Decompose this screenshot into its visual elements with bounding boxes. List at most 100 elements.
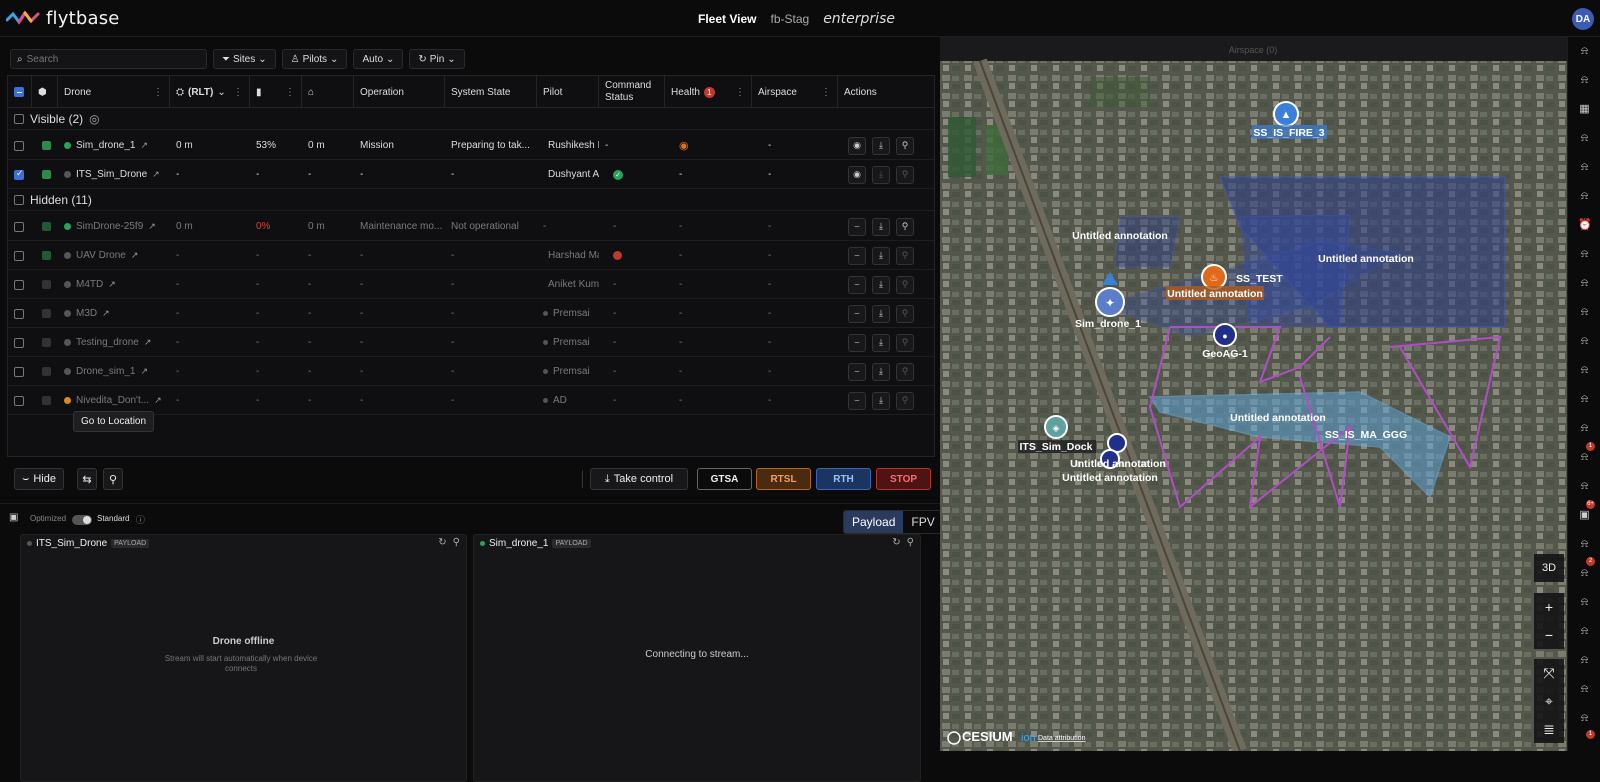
- table-row[interactable]: Drone_sim_1 ↗ - - - - - Premsai - - - ⌣ ⤓ ⚲: [8, 357, 934, 386]
- more-icon[interactable]: ⋮: [735, 87, 745, 98]
- map-label-sim-dock[interactable]: Sim_drone_1: [1075, 318, 1141, 330]
- visible-group[interactable]: Visible (2) ◎: [8, 108, 934, 130]
- drone-header[interactable]: Drone ⋮: [58, 76, 170, 108]
- health-warning-icon[interactable]: ◉: [679, 139, 689, 152]
- pin-icon[interactable]: ⚲: [896, 165, 914, 184]
- table-row[interactable]: M4TD ↗ - - - - - Aniket Kum - - - ⌣ ⤓ ⚲: [8, 270, 934, 299]
- map-label-annotation-2[interactable]: Untitled annotation: [1167, 288, 1263, 300]
- bell-icon[interactable]: ⍾: [1578, 364, 1591, 377]
- bell-icon[interactable]: ⍾: [1578, 45, 1591, 58]
- map-view[interactable]: Airspace (0) ▲ SS_IS_FIRE_3 Untitled ann…: [940, 37, 1567, 751]
- pin-icon[interactable]: ⚲: [453, 537, 460, 548]
- table-row[interactable]: UAV Drone ↗ - - - - - Harshad Ma - - ⌣ ⤓ ⚲: [8, 241, 934, 270]
- health-header[interactable]: Health 1 ⋮: [665, 76, 752, 108]
- row-checkbox[interactable]: [14, 279, 24, 290]
- bell-icon[interactable]: ⍾: [1578, 538, 1591, 551]
- bell-icon[interactable]: ⍾: [1578, 190, 1591, 203]
- table-row[interactable]: M3D ↗ - - - - - Premsai - - - ⌣ ⤓ ⚲: [8, 299, 934, 328]
- download-icon[interactable]: ⤓: [872, 217, 890, 236]
- go-to-location-button[interactable]: ⚲: [103, 468, 123, 490]
- bell-icon[interactable]: ⍾: [1578, 422, 1591, 435]
- pin-icon[interactable]: ⚲: [896, 217, 914, 236]
- take-control-button[interactable]: ⤓ Take control: [590, 468, 688, 490]
- drone-name[interactable]: M3D: [76, 308, 97, 319]
- external-link-icon[interactable]: ↗: [140, 140, 148, 151]
- bell-icon[interactable]: ⍾: [1578, 625, 1591, 638]
- expand-icon[interactable]: ⌣: [848, 362, 866, 381]
- map-label-annotation-1[interactable]: Untitled annotation: [1072, 230, 1168, 242]
- download-icon[interactable]: ⤓: [872, 246, 890, 265]
- map-label-annotation-6[interactable]: Untitled annotation: [1062, 472, 1158, 484]
- more-icon[interactable]: ⋮: [153, 87, 163, 98]
- airspace-header[interactable]: Airspace ⋮: [752, 76, 838, 108]
- bell-icon[interactable]: ⍾: [1578, 306, 1591, 319]
- pilots-filter[interactable]: ♙ Pilots ⌄: [281, 49, 348, 69]
- 3d-toggle-button[interactable]: 3D: [1534, 554, 1564, 582]
- rtsl-button[interactable]: RTSL: [756, 468, 811, 490]
- pin-icon[interactable]: ⚲: [896, 275, 914, 294]
- map-label-ma[interactable]: SS_IS_MA_GGG: [1325, 429, 1407, 441]
- zoom-out-button[interactable]: −: [1534, 621, 1564, 649]
- hidden-group-checkbox[interactable]: [14, 194, 24, 205]
- zoom-in-button[interactable]: +: [1534, 593, 1564, 621]
- search-box[interactable]: ⌕: [10, 49, 207, 69]
- drone-name[interactable]: M4TD: [76, 279, 103, 290]
- bell-icon[interactable]: ⍾: [1578, 335, 1591, 348]
- expand-icon[interactable]: ⌣: [848, 391, 866, 410]
- pin-icon[interactable]: ⚲: [896, 333, 914, 352]
- stop-button[interactable]: STOP: [876, 468, 931, 490]
- refresh-icon[interactable]: ↻: [438, 537, 446, 548]
- external-link-icon[interactable]: ↗: [154, 395, 162, 406]
- gtsa-button[interactable]: GTSA: [697, 468, 752, 490]
- bell-icon[interactable]: ⍾: [1578, 451, 1591, 464]
- table-row[interactable]: Sim_drone_1 ↗ 0 m 53% 0 m Mission Prepari…: [8, 131, 934, 160]
- drone-name[interactable]: UAV Drone: [76, 250, 126, 261]
- external-link-icon[interactable]: ↗: [148, 221, 156, 232]
- map-canvas[interactable]: Airspace (0) ▲ SS_IS_FIRE_3 Untitled ann…: [940, 37, 1567, 751]
- map-label-its-dock[interactable]: ITS_Sim_Dock: [1020, 441, 1093, 453]
- download-icon[interactable]: ⤓: [872, 136, 890, 155]
- pin-icon[interactable]: ⚲: [896, 246, 914, 265]
- map-label-ss-test[interactable]: SS_TEST: [1236, 273, 1283, 285]
- external-link-icon[interactable]: ↗: [144, 337, 152, 348]
- drone-name[interactable]: Nivedita_Don't...: [76, 395, 149, 406]
- pin-icon[interactable]: ⚲: [907, 537, 914, 548]
- search-input[interactable]: [26, 53, 187, 65]
- map-label-annotation-5[interactable]: Untitled annotation: [1070, 458, 1166, 470]
- expand-icon[interactable]: ⌣: [848, 333, 866, 352]
- drone-name[interactable]: Drone_sim_1: [76, 366, 135, 377]
- drone-name[interactable]: ITS_Sim_Drone: [76, 169, 147, 180]
- bell-icon[interactable]: ⍾: [1578, 567, 1591, 580]
- bell-icon[interactable]: ⍾: [1578, 654, 1591, 667]
- target-icon[interactable]: ◎: [89, 112, 99, 126]
- layers-button[interactable]: ≣: [1534, 715, 1564, 743]
- visible-group-checkbox[interactable]: [14, 113, 24, 124]
- bell-icon[interactable]: ⍾: [1578, 248, 1591, 261]
- expand-icon[interactable]: ⌣: [848, 217, 866, 236]
- bell-icon[interactable]: ⍾: [1578, 480, 1591, 493]
- drone-name[interactable]: SimDrone-25f9: [76, 221, 143, 232]
- row-checkbox[interactable]: [14, 250, 24, 261]
- eye-icon[interactable]: ◉: [848, 165, 866, 184]
- bell-icon[interactable]: ⍾: [1578, 74, 1591, 87]
- sites-filter[interactable]: ⏷ Sites ⌄: [213, 49, 276, 69]
- fit-view-button[interactable]: ⤧: [1534, 659, 1564, 687]
- expand-icon[interactable]: ⌣: [848, 275, 866, 294]
- auto-select[interactable]: Auto ⌄: [353, 49, 404, 69]
- download-icon[interactable]: ⤓: [872, 304, 890, 323]
- download-icon[interactable]: ⤓: [872, 275, 890, 294]
- pin-icon[interactable]: ⚲: [896, 304, 914, 323]
- eye-icon[interactable]: ◉: [848, 136, 866, 155]
- download-icon[interactable]: ⤓: [872, 165, 890, 184]
- info-icon[interactable]: ⓘ: [136, 513, 145, 526]
- command-status-header[interactable]: Command Status: [599, 76, 665, 108]
- bell-icon[interactable]: ⍾: [1578, 277, 1591, 290]
- alarm-icon[interactable]: ⏰: [1578, 219, 1592, 232]
- table-row[interactable]: SimDrone-25f9 ↗ 0 m 0% 0 m Maintenance mo... N…: [8, 212, 934, 241]
- more-icon[interactable]: ⋮: [233, 87, 243, 98]
- external-link-icon[interactable]: ↗: [108, 279, 116, 290]
- external-link-icon[interactable]: ↗: [102, 308, 110, 319]
- row-checkbox[interactable]: [14, 221, 24, 232]
- download-icon[interactable]: ⤓: [872, 362, 890, 381]
- row-checkbox[interactable]: [14, 168, 24, 180]
